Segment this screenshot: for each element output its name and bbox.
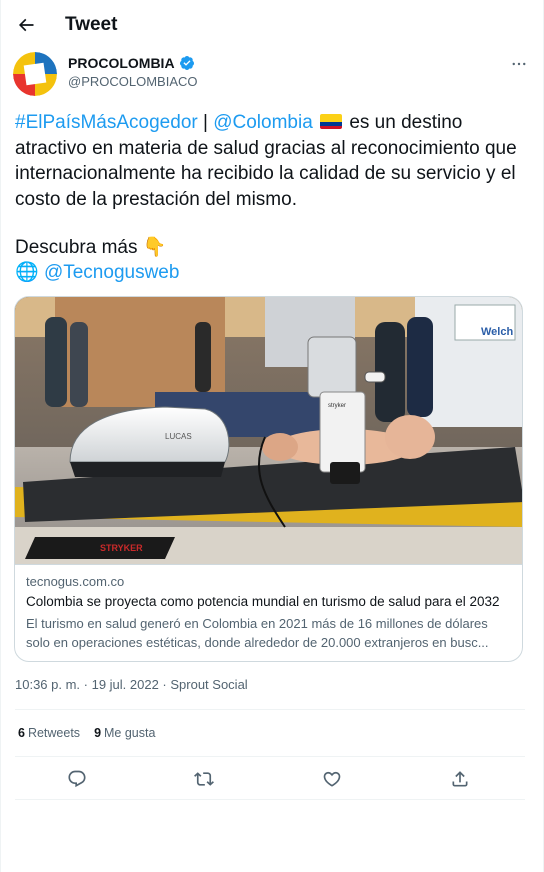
author-name-text: PROCOLOMBIA — [68, 55, 175, 71]
card-photo: Welch STRYKER LUCAS stryker — [15, 297, 522, 564]
globe-emoji: 🌐 — [15, 262, 39, 283]
likes-count: 9 — [94, 726, 102, 740]
retweet-icon — [194, 772, 214, 786]
divider — [15, 756, 525, 757]
source-mention-link[interactable]: @Tecnogusweb — [44, 262, 179, 283]
top-bar: Tweet — [1, 0, 544, 50]
card-info[interactable]: tecnogus.com.co Colombia se proyecta com… — [15, 564, 522, 661]
retweets-label: Retweets — [27, 726, 81, 740]
card-title: Colombia se proyecta como potencia mundi… — [26, 594, 500, 609]
reply-icon — [68, 770, 86, 788]
likes-label: Me gusta — [104, 726, 156, 740]
engagement-stats: 6 Retweets 9 Me gusta — [18, 726, 155, 740]
back-button[interactable] — [9, 8, 43, 42]
welch-sign-text: Welch — [481, 326, 513, 338]
cta-line: Descubra más 👇 — [15, 235, 533, 261]
retweet-button[interactable] — [189, 764, 219, 794]
arrow-left-icon — [18, 18, 34, 32]
separator: | — [197, 112, 214, 133]
retweets-count: 6 — [18, 726, 25, 740]
retweets-stat[interactable]: 6 Retweets — [18, 726, 80, 740]
svg-text:STRYKER: STRYKER — [100, 543, 143, 553]
source-line: 🌐 @Tecnogusweb — [15, 260, 533, 286]
verified-badge-icon — [179, 56, 194, 70]
share-button[interactable] — [445, 764, 475, 794]
divider — [15, 709, 525, 710]
link-card[interactable]: Welch STRYKER LUCAS stryker tecnogus.com… — [14, 296, 523, 662]
card-desc-line-2: solo en operaciones estéticas, donde alr… — [26, 635, 489, 650]
likes-stat[interactable]: 9 Me gusta — [94, 726, 155, 740]
share-icon — [452, 771, 468, 787]
mention-link[interactable]: @Colombia — [213, 112, 313, 133]
tweet-timestamp[interactable]: 10:36 p. m. · 19 jul. 2022 · Sprout Soci… — [15, 677, 248, 692]
tweet-author: PROCOLOMBIA @PROCOLOMBIACO — [13, 52, 533, 100]
avatar[interactable] — [13, 52, 57, 96]
divider — [15, 799, 525, 800]
card-image[interactable]: Welch STRYKER LUCAS stryker — [15, 297, 522, 564]
tweet-actions — [1, 760, 544, 796]
stryker-brand-text: stryker — [328, 403, 346, 409]
more-button[interactable] — [505, 54, 533, 74]
hashtag-link[interactable]: #ElPaísMásAcogedor — [15, 112, 198, 133]
tweet-text: #ElPaísMásAcogedor | @Colombia es un des… — [15, 110, 533, 212]
author-handle[interactable]: @PROCOLOMBIACO — [68, 74, 198, 89]
more-horizontal-icon — [512, 62, 526, 66]
like-button[interactable] — [317, 764, 347, 794]
reply-button[interactable] — [62, 764, 92, 794]
card-desc-line-1: El turismo en salud generó en Colombia e… — [26, 616, 488, 631]
cta-text: Descubra más — [15, 237, 143, 258]
pointing-down-emoji: 👇 — [142, 237, 167, 258]
tweet-page: Tweet PROCOLOMBIA @PROCOLOMBIACO #ElPaís… — [0, 0, 544, 872]
page-title: Tweet — [65, 14, 118, 35]
procolombia-logo-icon — [13, 52, 57, 96]
card-description: El turismo en salud generó en Colombia e… — [26, 614, 516, 652]
heart-icon — [323, 771, 341, 787]
colombia-flag-icon — [320, 114, 343, 129]
lucas-label-text: LUCAS — [165, 432, 192, 441]
author-name[interactable]: PROCOLOMBIA — [68, 55, 195, 71]
card-domain: tecnogus.com.co — [26, 574, 125, 589]
